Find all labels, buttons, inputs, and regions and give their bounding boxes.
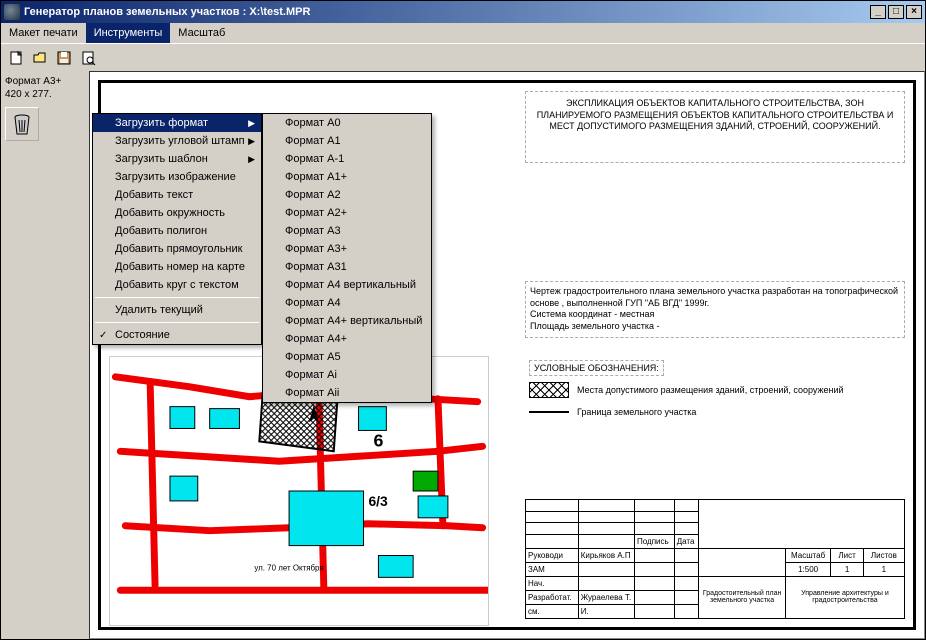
format-dropdown: Формат А0 Формат А1 Формат А-1 Формат А1… xyxy=(262,113,432,403)
menu-instruments[interactable]: Инструменты xyxy=(86,23,171,43)
svg-text:6: 6 xyxy=(373,430,383,450)
format-label: Формат А3+ 420 x 277. xyxy=(5,75,85,101)
sheet-info-block[interactable]: Чертеж градостроительного плана земельно… xyxy=(525,281,905,338)
menu-add-text[interactable]: Добавить текст xyxy=(93,186,261,204)
toolbar xyxy=(1,43,925,71)
open-button[interactable] xyxy=(29,47,51,69)
format-a3[interactable]: Формат А3 xyxy=(263,222,431,240)
format-a5[interactable]: Формат А5 xyxy=(263,348,431,366)
menu-load-template[interactable]: Загрузить шаблон▶ xyxy=(93,150,261,168)
menu-load-stamp[interactable]: Загрузить угловой штамп▶ xyxy=(93,132,261,150)
save-icon xyxy=(56,50,72,66)
new-icon xyxy=(8,50,24,66)
delete-button[interactable] xyxy=(5,107,39,141)
format-ai[interactable]: Формат Ai xyxy=(263,366,431,384)
save-button[interactable] xyxy=(53,47,75,69)
line-swatch-icon xyxy=(529,404,569,420)
format-aii[interactable]: Формат Aii xyxy=(263,384,431,402)
menu-add-circle-text[interactable]: Добавить круг с текстом xyxy=(93,276,261,294)
format-a4[interactable]: Формат А4 xyxy=(263,294,431,312)
menubar: Макет печати Инструменты Масштаб xyxy=(1,23,925,43)
format-a4-vert[interactable]: Формат А4 вертикальный xyxy=(263,276,431,294)
app-icon xyxy=(4,4,20,20)
format-a0[interactable]: Формат А0 xyxy=(263,114,431,132)
menu-add-circle[interactable]: Добавить окружность xyxy=(93,204,261,222)
legend-row-hatch: Места допустимого размещения зданий, стр… xyxy=(529,382,901,398)
menu-print-layout[interactable]: Макет печати xyxy=(1,23,86,43)
format-a2[interactable]: Формат А2 xyxy=(263,186,431,204)
legend-title[interactable]: УСЛОВНЫЕ ОБОЗНАЧЕНИЯ: xyxy=(529,360,664,376)
menu-add-map-number[interactable]: Добавить номер на карте xyxy=(93,258,261,276)
format-a31[interactable]: Формат А31 xyxy=(263,258,431,276)
legend-block: УСЛОВНЫЕ ОБОЗНАЧЕНИЯ: Места допустимого … xyxy=(525,356,905,430)
svg-text:ул. 70 лет Октября: ул. 70 лет Октября xyxy=(254,563,323,572)
stamp-block[interactable]: ПодписьДата РуководиКирьяков А.П Масштаб… xyxy=(525,499,905,619)
preview-button[interactable] xyxy=(77,47,99,69)
trash-icon xyxy=(12,112,32,136)
menu-load-format[interactable]: Загрузить формат▶ xyxy=(93,114,261,132)
legend-text: Граница земельного участка xyxy=(577,407,696,417)
titlebar: Генератор планов земельных участков : X:… xyxy=(1,1,925,23)
format-a4plus[interactable]: Формат А4+ xyxy=(263,330,431,348)
format-a-1[interactable]: Формат А-1 xyxy=(263,150,431,168)
menu-add-polygon[interactable]: Добавить полигон xyxy=(93,222,261,240)
menu-add-rect[interactable]: Добавить прямоугольник xyxy=(93,240,261,258)
menu-delete-current[interactable]: Удалить текущий xyxy=(93,301,261,319)
preview-icon xyxy=(80,50,96,66)
legend-row-line: Граница земельного участка xyxy=(529,404,901,420)
sheet-title-block[interactable]: ЭКСПЛИКАЦИЯ ОБЪЕКТОВ КАПИТАЛЬНОГО СТРОИТ… xyxy=(525,91,905,163)
window-title: Генератор планов земельных участков : X:… xyxy=(24,6,870,18)
format-a3plus[interactable]: Формат А3+ xyxy=(263,240,431,258)
close-button[interactable]: × xyxy=(906,5,922,19)
menu-state[interactable]: ✓Состояние xyxy=(93,326,261,344)
format-a2plus[interactable]: Формат А2+ xyxy=(263,204,431,222)
format-a1[interactable]: Формат А1 xyxy=(263,132,431,150)
maximize-button[interactable]: □ xyxy=(888,5,904,19)
legend-text: Места допустимого размещения зданий, стр… xyxy=(577,385,844,395)
minimize-button[interactable]: _ xyxy=(870,5,886,19)
format-a1plus[interactable]: Формат А1+ xyxy=(263,168,431,186)
open-icon xyxy=(32,50,48,66)
instruments-dropdown: Загрузить формат▶ Загрузить угловой штам… xyxy=(92,113,262,345)
svg-text:6/3: 6/3 xyxy=(368,493,388,509)
menu-load-image[interactable]: Загрузить изображение xyxy=(93,168,261,186)
menu-scale[interactable]: Масштаб xyxy=(170,23,233,43)
format-a4plus-vert[interactable]: Формат А4+ вертикальный xyxy=(263,312,431,330)
new-button[interactable] xyxy=(5,47,27,69)
hatch-swatch-icon xyxy=(529,382,569,398)
left-panel: Формат А3+ 420 x 277. xyxy=(1,71,89,639)
